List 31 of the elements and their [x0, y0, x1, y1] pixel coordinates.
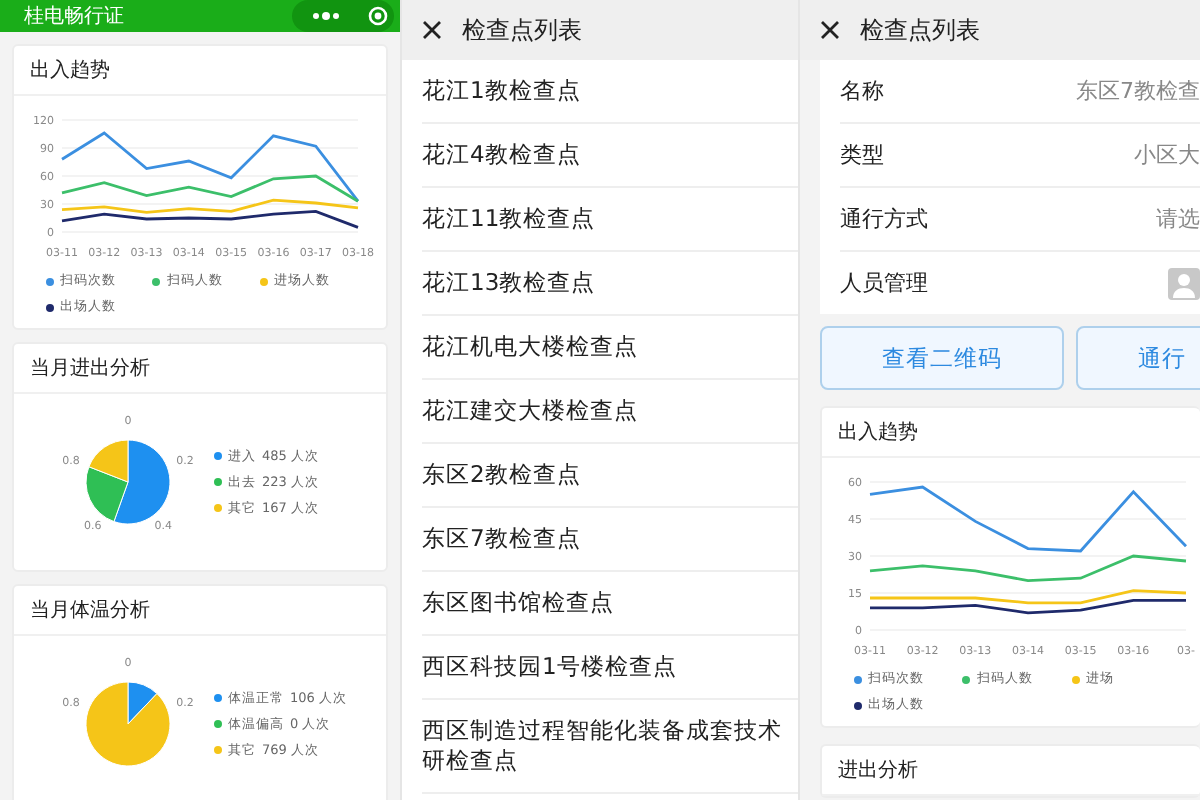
page-title: 检查点列表: [860, 13, 980, 47]
card-title: 进出分析: [822, 746, 1200, 796]
checkpoint-item[interactable]: 东区7教检查点: [422, 508, 798, 572]
field-value[interactable]: 小区大: [1134, 140, 1200, 170]
checkpoint-item[interactable]: 西区制造过程智能化装备成套技术研检查点: [422, 700, 798, 794]
card-title: 出入趋势: [14, 46, 386, 96]
page-title: 检查点列表: [462, 13, 582, 47]
card-title: 出入趋势: [822, 408, 1200, 458]
app-title: 桂电畅行证: [24, 3, 124, 30]
checkpoint-item[interactable]: 东区2教检查点: [422, 444, 798, 508]
checkpoint-item[interactable]: 东区图书馆检查点: [422, 572, 798, 636]
card-title: 当月进出分析: [14, 344, 386, 394]
checkpoint-item[interactable]: 花江1教检查点: [422, 60, 798, 124]
checkpoint-item[interactable]: 西区科技园1号楼检查点: [422, 636, 798, 700]
card-title: 当月体温分析: [14, 586, 386, 636]
checkpoint-item[interactable]: 花江建交大楼检查点: [422, 380, 798, 444]
field-label: 人员管理: [840, 268, 928, 298]
field-label: 通行方式: [840, 204, 928, 234]
checkpoint-item[interactable]: 花江机电大楼检查点: [422, 316, 798, 380]
field-value[interactable]: 请选: [1156, 204, 1200, 234]
field-value[interactable]: 东区7教检查: [1076, 76, 1200, 106]
field-label: 名称: [840, 76, 884, 106]
checkpoint-item[interactable]: 花江11教检查点: [422, 188, 798, 252]
more-icon[interactable]: [312, 12, 340, 20]
close-icon[interactable]: [820, 20, 840, 40]
target-icon[interactable]: [368, 6, 388, 26]
field-label: 类型: [840, 140, 884, 170]
checkpoint-item[interactable]: 花江13教检查点: [422, 252, 798, 316]
close-icon[interactable]: [422, 20, 442, 40]
capsule-menu[interactable]: [292, 0, 394, 32]
checkpoint-item[interactable]: 花江4教检查点: [422, 124, 798, 188]
